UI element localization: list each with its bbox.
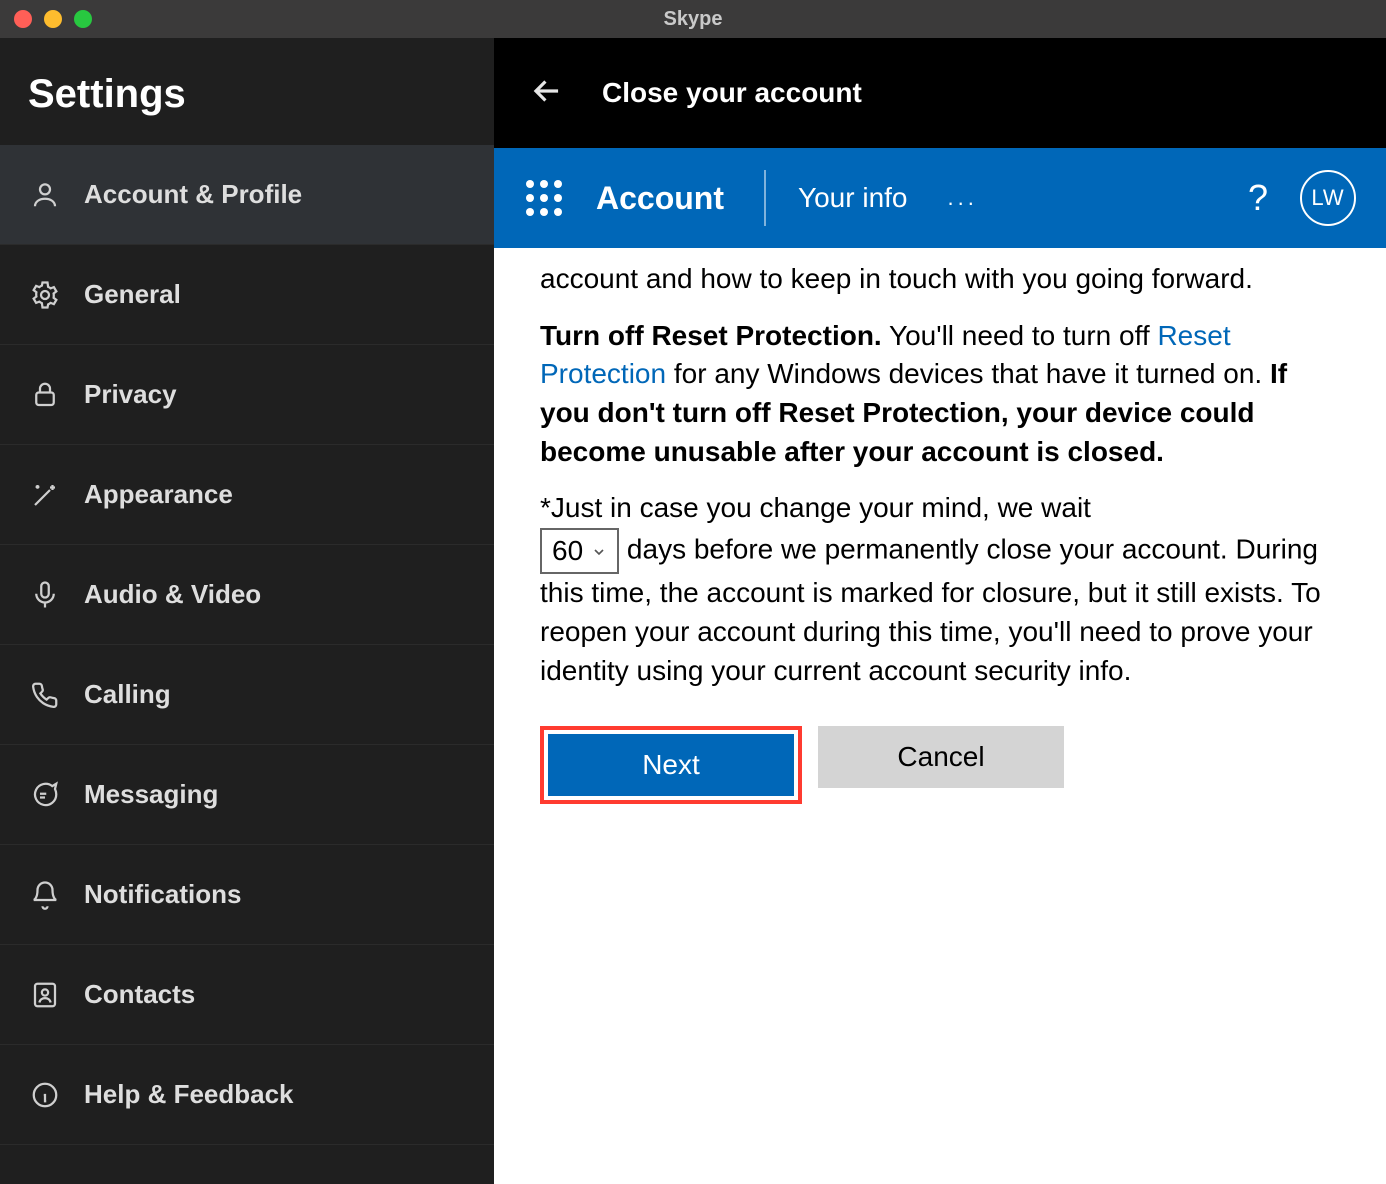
- avatar[interactable]: LW: [1300, 170, 1356, 226]
- info-icon: [28, 1078, 62, 1112]
- content-title: Close your account: [602, 77, 862, 109]
- sidebar-item-messaging[interactable]: Messaging: [0, 745, 494, 845]
- sidebar-item-label: Privacy: [84, 379, 177, 410]
- body-paragraph-intro: account and how to keep in touch with yo…: [540, 260, 1340, 299]
- sidebar-item-label: Calling: [84, 679, 171, 710]
- wait-period-paragraph: *Just in case you change your mind, we w…: [540, 489, 1340, 690]
- help-icon[interactable]: ?: [1248, 177, 1268, 219]
- gear-icon: [28, 278, 62, 312]
- window-titlebar: Skype: [0, 0, 1386, 38]
- microphone-icon: [28, 578, 62, 612]
- reset-protection-text2: for any Windows devices that have it tur…: [666, 358, 1270, 389]
- window-title: Skype: [0, 8, 1386, 31]
- sidebar-item-label: General: [84, 279, 181, 310]
- sidebar-item-label: Contacts: [84, 979, 195, 1010]
- reset-protection-lead: Turn off Reset Protection.: [540, 320, 882, 351]
- bell-icon: [28, 878, 62, 912]
- wait-period-value: 60: [552, 532, 583, 571]
- wand-icon: [28, 478, 62, 512]
- body-paragraph-reset-protection: Turn off Reset Protection. You'll need t…: [540, 317, 1340, 472]
- lock-icon: [28, 378, 62, 412]
- user-icon: [28, 178, 62, 212]
- sidebar-item-label: Account & Profile: [84, 179, 302, 210]
- sidebar-item-calling[interactable]: Calling: [0, 645, 494, 745]
- close-window-button[interactable]: [14, 10, 32, 28]
- content-pane: Close your account Account Your info ...…: [494, 38, 1386, 1184]
- sidebar-item-label: Messaging: [84, 779, 218, 810]
- content-header: Close your account: [494, 38, 1386, 148]
- button-row: Next Cancel: [540, 726, 1340, 804]
- sidebar-item-contacts[interactable]: Contacts: [0, 945, 494, 1045]
- more-menu-icon[interactable]: ...: [948, 185, 978, 211]
- sidebar-item-appearance[interactable]: Appearance: [0, 445, 494, 545]
- sidebar-item-notifications[interactable]: Notifications: [0, 845, 494, 945]
- close-account-body: account and how to keep in touch with yo…: [494, 248, 1386, 1184]
- ms-account-label[interactable]: Account: [596, 180, 724, 217]
- wait-text-before: *Just in case you change your mind, we w…: [540, 492, 1091, 523]
- divider: [764, 170, 766, 226]
- reset-protection-text1: You'll need to turn off: [882, 320, 1158, 351]
- settings-sidebar: Settings Account & Profile General Priva…: [0, 38, 494, 1184]
- microsoft-header: Account Your info ... ? LW: [494, 148, 1386, 248]
- contacts-icon: [28, 978, 62, 1012]
- back-arrow-icon[interactable]: [528, 72, 566, 115]
- sidebar-item-audio-video[interactable]: Audio & Video: [0, 545, 494, 645]
- sidebar-item-general[interactable]: General: [0, 245, 494, 345]
- phone-icon: [28, 678, 62, 712]
- sidebar-item-help-feedback[interactable]: Help & Feedback: [0, 1045, 494, 1145]
- chat-icon: [28, 778, 62, 812]
- zoom-window-button[interactable]: [74, 10, 92, 28]
- settings-title: Settings: [0, 38, 494, 145]
- chevron-down-icon: [591, 544, 607, 560]
- sidebar-item-account-profile[interactable]: Account & Profile: [0, 145, 494, 245]
- sidebar-item-label: Audio & Video: [84, 579, 261, 610]
- wait-period-select[interactable]: 60: [540, 528, 619, 575]
- sidebar-item-privacy[interactable]: Privacy: [0, 345, 494, 445]
- app-launcher-icon[interactable]: [524, 178, 564, 218]
- sidebar-item-label: Notifications: [84, 879, 241, 910]
- cancel-button[interactable]: Cancel: [818, 726, 1064, 788]
- wait-text-after: days before we permanently close your ac…: [540, 533, 1321, 685]
- sidebar-item-label: Appearance: [84, 479, 233, 510]
- next-button[interactable]: Next: [548, 734, 794, 796]
- highlight-frame: Next: [540, 726, 802, 804]
- sidebar-item-label: Help & Feedback: [84, 1079, 294, 1110]
- ms-your-info-link[interactable]: Your info: [798, 182, 908, 214]
- minimize-window-button[interactable]: [44, 10, 62, 28]
